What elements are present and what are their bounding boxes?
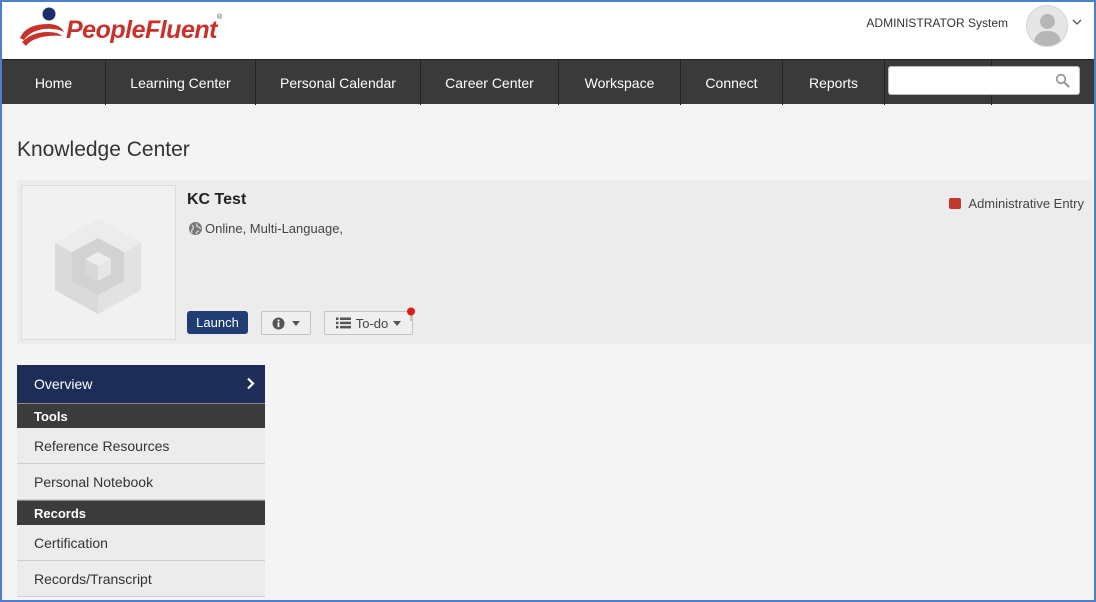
avatar-head [1040,14,1055,29]
list-icon [335,317,351,329]
logo-text: PeopleFluent [66,16,217,44]
nav-item-home[interactable]: Home [2,60,106,105]
side-item-label: Overview [34,376,93,392]
nav-item-connect[interactable]: Connect [681,60,783,105]
side-item-personal-notebook[interactable]: Personal Notebook [17,464,265,500]
logo-registered-mark: ® [217,14,223,21]
page-title: Knowledge Center [17,138,190,161]
item-card: KC Test Online, Multi-Language, Administ… [17,180,1092,344]
item-thumbnail [21,185,176,340]
todo-dropdown-button[interactable]: To-do [324,311,413,335]
logo[interactable]: PeopleFluent ® [18,6,228,50]
pin-icon [407,307,415,321]
search-input[interactable] [895,67,1055,94]
info-dropdown-button[interactable] [261,311,311,335]
item-meta: Online, Multi-Language, [188,221,343,236]
caret-down-icon [292,320,300,326]
cube-placeholder-icon [55,219,141,314]
nav-item-personal-calendar[interactable]: Personal Calendar [256,60,421,105]
header: PeopleFluent ® ADMINISTRATOR System [2,2,1094,59]
logo-mark-icon [20,7,64,46]
nav-item-workspace[interactable]: Workspace [559,60,681,105]
item-title: KC Test [187,191,247,208]
globe-icon [189,222,202,235]
info-icon [272,317,285,329]
nav-item-career-center[interactable]: Career Center [421,60,559,105]
side-section-records: Records [17,500,265,525]
side-item-certification[interactable]: Certification [17,525,265,561]
side-section-tools: Tools [17,403,265,428]
search-box[interactable] [888,66,1080,95]
todo-label: To-do [355,315,389,331]
side-menu: Overview Tools Reference Resources Perso… [17,365,265,597]
side-item-reference-resources[interactable]: Reference Resources [17,428,265,464]
chevron-down-icon[interactable] [1072,18,1082,26]
nav-item-learning-center[interactable]: Learning Center [106,60,256,105]
avatar-body [1034,31,1061,46]
side-item-overview[interactable]: Overview [17,365,265,403]
chevron-right-icon [247,377,255,390]
item-meta-text: Online, Multi-Language, [205,221,344,236]
side-item-records-transcript[interactable]: Records/Transcript [17,561,265,597]
search-icon[interactable] [1055,73,1070,88]
caret-down-icon [393,320,402,326]
nav-item-reports[interactable]: Reports [783,60,885,105]
administrative-entry-badge: Administrative Entry [949,196,1084,211]
launch-button[interactable]: Launch [187,311,248,334]
user-name[interactable]: ADMINISTRATOR System [866,16,1008,30]
status-square-icon [949,198,962,209]
administrative-entry-label: Administrative Entry [968,196,1084,211]
user-avatar-icon[interactable] [1026,5,1068,47]
